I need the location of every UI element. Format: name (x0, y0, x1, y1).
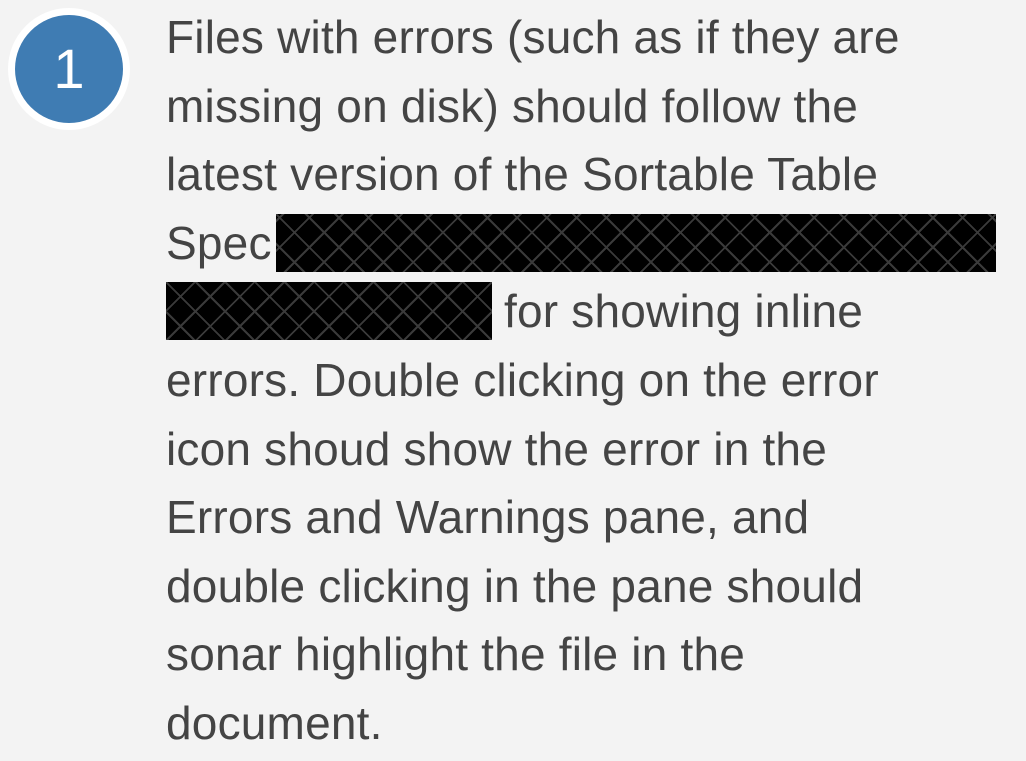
inline-errors-text: for showing inline (504, 285, 864, 338)
note-line-6: errors. Double clicking on the error (166, 353, 879, 406)
note-line-7: icon shoud show the error in the (166, 422, 828, 475)
step-badge: 1 (8, 8, 130, 130)
note-line-4: Spec (166, 209, 1018, 278)
redacted-block-2 (166, 282, 492, 341)
step-number: 1 (15, 15, 123, 123)
spec-label: Spec (166, 216, 272, 269)
note-line-8: Errors and Warnings pane, and (166, 491, 810, 544)
note-line-2: missing on disk) should follow the (166, 79, 859, 132)
note-line-11: document. (166, 696, 383, 749)
redacted-block-1 (275, 213, 996, 272)
note-line-1: Files with errors (such as if they are (166, 11, 900, 63)
annotation-note: Files with errors (such as if they are m… (166, 3, 1018, 758)
note-line-3: latest version of the Sortable Table (166, 148, 879, 201)
note-line-9: double clicking in the pane should (166, 559, 864, 612)
note-line-5: for showing inline (166, 277, 1018, 346)
note-line-10: sonar highlight the file in the (166, 628, 746, 681)
